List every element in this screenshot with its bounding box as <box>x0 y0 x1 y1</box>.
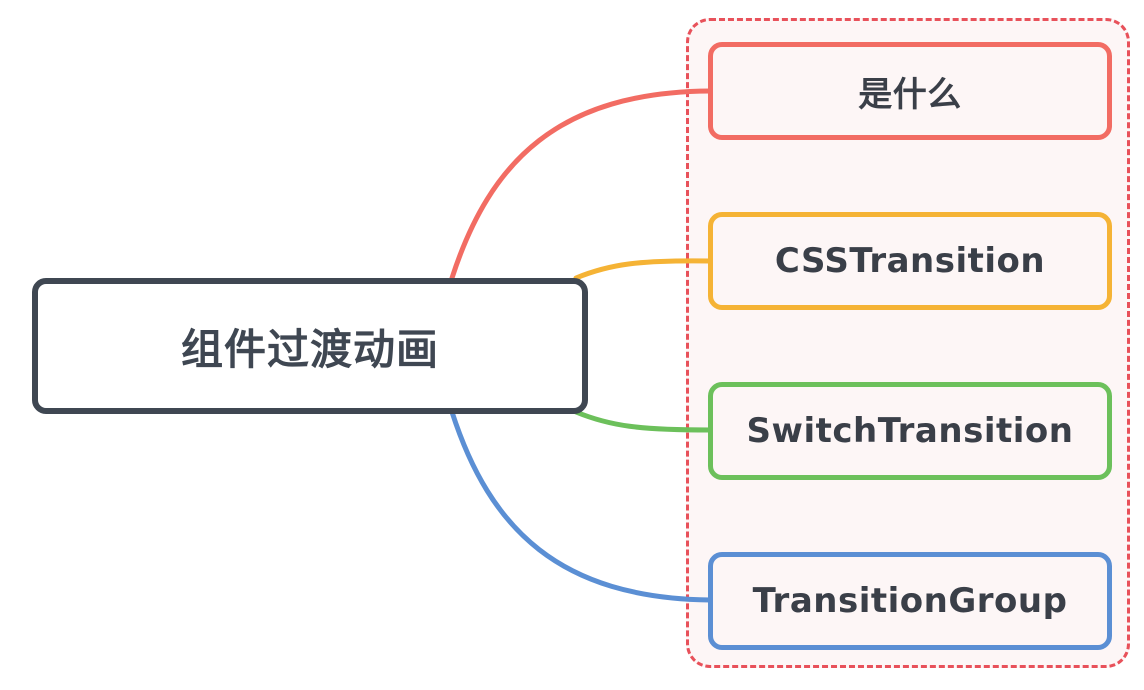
mind-map: 组件过渡动画 是什么 CSSTransition SwitchTransitio… <box>0 0 1144 690</box>
connector-line-3 <box>449 409 713 603</box>
child-node-what-is[interactable]: 是什么 <box>708 42 1112 140</box>
child-node-switchtransition[interactable]: SwitchTransition <box>708 382 1112 480</box>
child-node-label: 是什么 <box>858 74 962 115</box>
root-node[interactable]: 组件过渡动画 <box>32 278 588 414</box>
child-node-label: TransitionGroup <box>752 581 1068 621</box>
connector-line-1 <box>573 258 713 281</box>
connector-line-0 <box>449 88 713 281</box>
root-node-label: 组件过渡动画 <box>180 324 439 374</box>
child-node-transitiongroup[interactable]: TransitionGroup <box>708 552 1112 650</box>
child-node-label: CSSTransition <box>774 241 1046 281</box>
child-node-label: SwitchTransition <box>746 411 1074 451</box>
connector-line-2 <box>573 409 713 433</box>
child-node-csstransition[interactable]: CSSTransition <box>708 212 1112 310</box>
